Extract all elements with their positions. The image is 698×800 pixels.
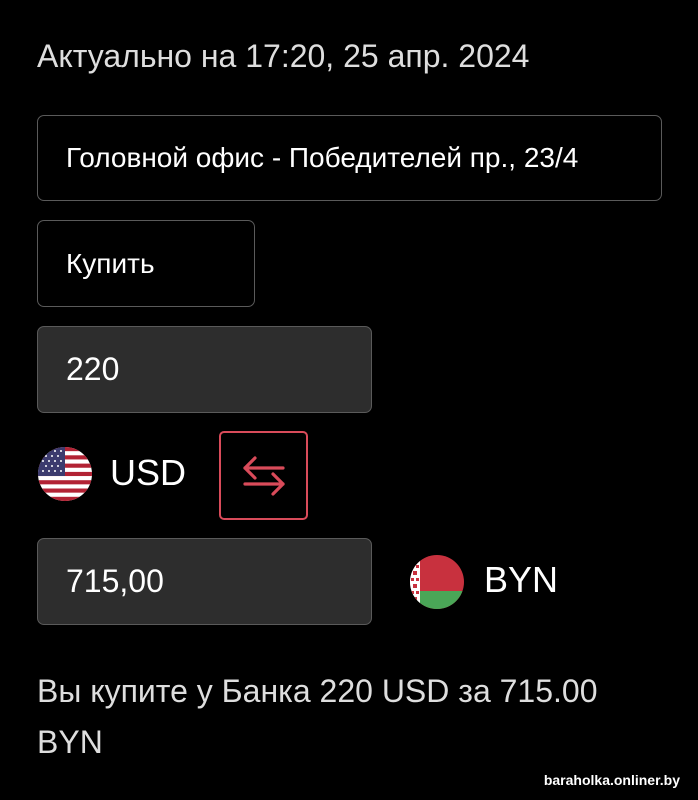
to-currency-label: BYN xyxy=(484,559,559,600)
converted-amount-field[interactable]: 715,00 xyxy=(37,538,372,625)
branch-select[interactable]: Головной офис - Победителей пр., 23/4 xyxy=(37,115,662,201)
watermark: baraholka.onliner.by xyxy=(543,772,680,788)
belarus-flag-icon xyxy=(410,555,464,609)
rates-updated-text: Актуально на 17:20, 25 апр. 2024 xyxy=(37,38,530,74)
swap-currencies-button[interactable] xyxy=(219,431,308,520)
amount-input-value: 220 xyxy=(66,351,120,387)
swap-arrows-icon xyxy=(242,455,285,496)
operation-select-value: Купить xyxy=(66,247,155,279)
converted-amount-value: 715,00 xyxy=(66,563,164,599)
us-flag-icon xyxy=(38,447,92,501)
amount-input[interactable]: 220 xyxy=(37,326,372,413)
exchange-summary-text: Вы купите у Банка 220 USD за 715.00 BYN xyxy=(37,673,598,760)
from-currency-label: USD xyxy=(110,452,187,493)
branch-select-value: Головной офис - Победителей пр., 23/4 xyxy=(66,142,579,173)
operation-select[interactable]: Купить xyxy=(37,220,255,307)
